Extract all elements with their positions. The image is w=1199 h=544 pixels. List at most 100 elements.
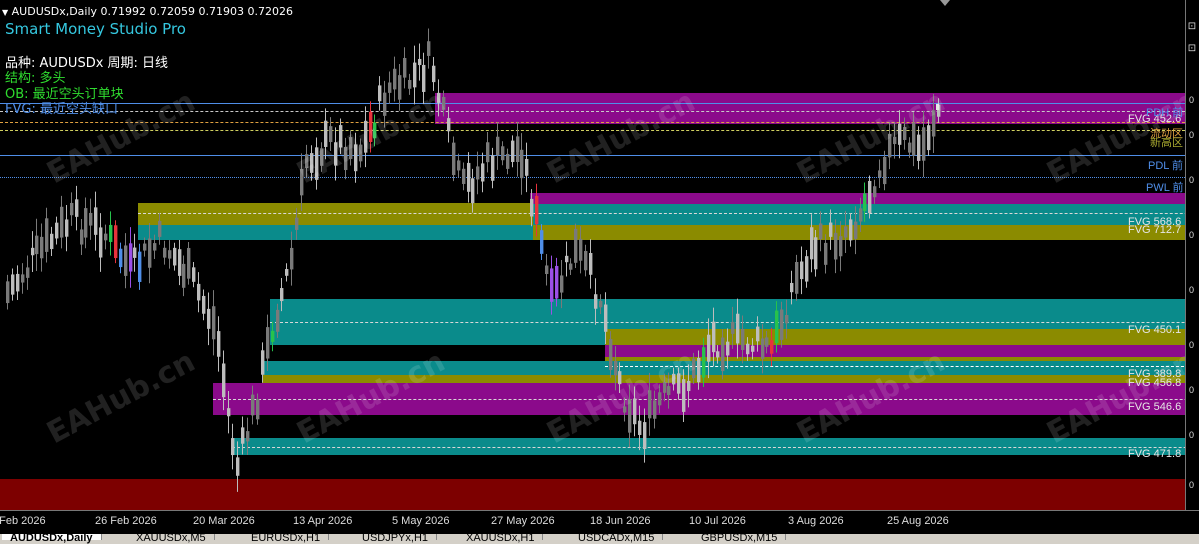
candle-body: [511, 140, 515, 162]
candle-body: [256, 398, 260, 420]
panel-toggle-icon[interactable]: ⊡: [1186, 42, 1198, 56]
candle-body: [476, 166, 480, 180]
price-tick-label: 0: [1189, 430, 1195, 440]
panel-toggle-icon[interactable]: ⊡: [1186, 20, 1198, 34]
candle-body: [844, 226, 848, 238]
candle-body: [530, 198, 534, 217]
candle-body: [795, 261, 799, 294]
candle-body: [878, 170, 882, 178]
chart-tab[interactable]: XAUUSDx,H1: [458, 534, 544, 544]
candle-body: [785, 315, 789, 324]
candle-body: [413, 62, 417, 88]
shift-marker-icon[interactable]: [940, 0, 950, 6]
candle-body: [89, 212, 93, 226]
candle-body: [452, 142, 456, 176]
candle-body: [604, 304, 608, 332]
candle-body: [756, 326, 760, 342]
candle-body: [584, 250, 588, 271]
candle-body: [187, 247, 191, 279]
fvg-label: FVG 546.6: [1128, 401, 1182, 413]
candle-body: [540, 230, 544, 254]
candle-body: [560, 275, 564, 293]
candle-body: [251, 394, 255, 416]
candle-body: [599, 300, 603, 308]
candle-body: [40, 236, 44, 259]
chart-tab[interactable]: EURUSDx,H1: [243, 534, 330, 544]
candle-body: [266, 327, 270, 359]
candle-body: [579, 238, 583, 261]
candle-body: [829, 222, 833, 237]
candle-body: [202, 295, 206, 314]
candle-body: [922, 127, 926, 161]
fvg-label: FVG 712.7: [1128, 224, 1182, 236]
price-tick-label: 0: [1189, 130, 1195, 140]
candle-body: [834, 232, 838, 260]
candle-body: [50, 233, 54, 250]
candlestick-series: [6, 28, 941, 492]
time-axis-label: 10 Jul 2026: [689, 515, 746, 527]
candle-body: [109, 224, 113, 242]
chart-tab-bar: AUDUSDx,Daily XAUUSDx,M5 EURUSDx,H1 USDJPYx…: [0, 534, 1199, 544]
chart-tab[interactable]: GBPUSDx,M15: [693, 534, 787, 544]
candle-body: [75, 199, 79, 217]
candle-body: [276, 309, 280, 332]
candle-body: [814, 237, 818, 270]
candle-body: [6, 281, 10, 304]
candle-body: [290, 247, 294, 270]
time-axis-label: 13 Apr 2026: [293, 515, 353, 527]
candle-body: [246, 431, 250, 442]
candle-body: [163, 247, 167, 258]
candle-body: [231, 438, 235, 456]
candle-body: [295, 217, 299, 230]
price-tick-label: 0: [1189, 480, 1195, 490]
candle-body: [35, 235, 39, 255]
candle-body: [854, 221, 858, 239]
symbol-quote-line: AUDUSDx,Daily 0.71992 0.72059 0.71903 0.…: [11, 5, 293, 18]
pdl-label: PDL 前: [1148, 160, 1184, 172]
chart-tab[interactable]: USDJPYx,H1: [354, 534, 438, 544]
chart-tab[interactable]: USDCADx,M15: [570, 534, 664, 544]
candle-body: [70, 202, 74, 216]
candle-body: [271, 330, 275, 342]
chart-tab[interactable]: XAUUSDx,M5: [128, 534, 215, 544]
candle-body: [16, 273, 20, 292]
candle-body: [614, 361, 618, 376]
candle-body: [241, 427, 245, 444]
pwl-label: PWL 前: [1146, 182, 1184, 194]
new-high-zone-label: 新高区: [1150, 137, 1183, 149]
candle-body: [124, 245, 128, 276]
pdh-label: PDH 前: [1146, 107, 1184, 119]
candle-body: [55, 222, 59, 239]
candle-body: [462, 168, 466, 184]
price-tick-label: 0: [1189, 340, 1195, 350]
candle-body: [11, 274, 15, 295]
candle-body: [716, 351, 720, 358]
candle-body: [555, 265, 559, 299]
panel-title: Smart Money Studio Pro: [5, 20, 186, 38]
candle-body: [178, 249, 182, 276]
candle-body: [609, 339, 613, 371]
price-tick-label: 0: [1189, 385, 1195, 395]
candle-body: [638, 420, 642, 435]
candle-body: [212, 306, 216, 340]
dropdown-triangle-icon[interactable]: ▼: [2, 8, 8, 17]
candle-body: [457, 160, 461, 171]
candle-body: [770, 340, 774, 354]
candle-body: [408, 79, 412, 89]
candle-body: [471, 178, 475, 204]
chart-tab[interactable]: AUDUSDx,Daily: [2, 534, 102, 544]
candle-body: [94, 207, 98, 235]
price-scale[interactable]: ⊡ ⊡ 0 0 0 0 0 0 0 0 0: [1185, 0, 1199, 510]
candle-body: [574, 228, 578, 263]
candle-body: [927, 125, 931, 151]
candle-body: [501, 146, 505, 161]
candle-body: [403, 57, 407, 78]
time-axis-label: 20 Mar 2026: [193, 515, 255, 527]
candle-body: [168, 250, 172, 259]
symbol-header: ▼ AUDUSDx,Daily 0.71992 0.72059 0.71903 …: [2, 5, 293, 18]
candle-body: [569, 263, 573, 270]
candle-body: [60, 206, 64, 238]
candle-body: [761, 338, 765, 359]
candle-body: [746, 343, 750, 355]
chart-area[interactable]: EAHub.cn EAHub.cn EAHub.cn EAHub.cn EAHu…: [0, 0, 1185, 510]
